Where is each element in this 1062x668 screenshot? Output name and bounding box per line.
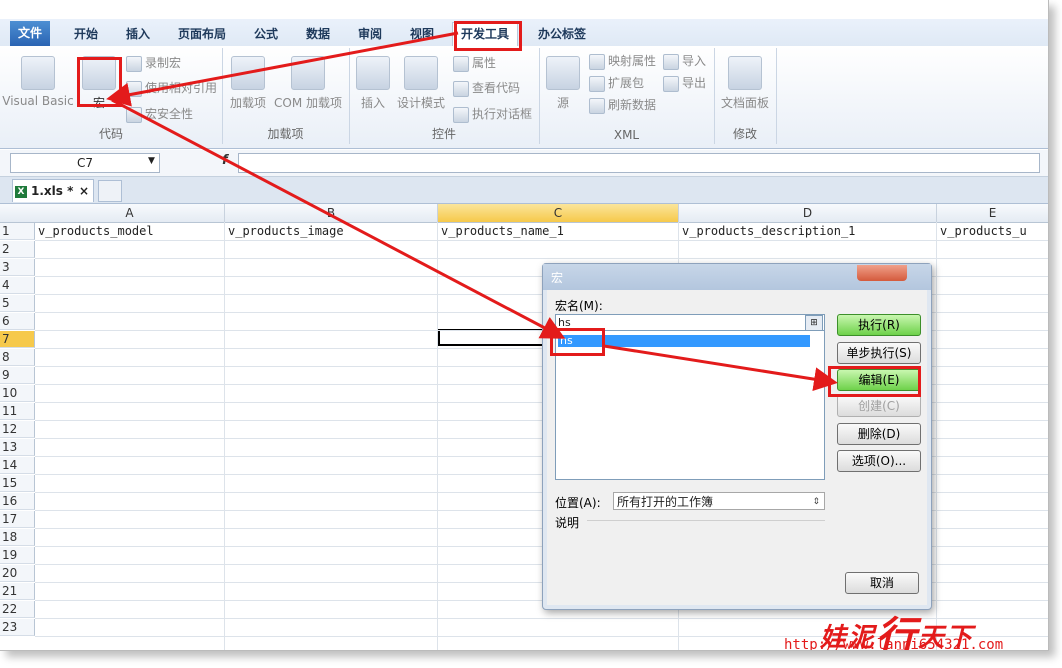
arrow-macros-to-list xyxy=(111,98,566,339)
watermark-url: http://www.lanni654321.com xyxy=(784,637,1004,651)
annotation-arrows xyxy=(106,31,838,392)
excel-window: 文件 开始 插入 页面布局 公式 数据 审阅 视图 开发工具 办公标签 Visu… xyxy=(0,0,1049,651)
arrow-tab-to-macros xyxy=(106,31,459,107)
arrow-list-to-edit xyxy=(603,344,838,392)
